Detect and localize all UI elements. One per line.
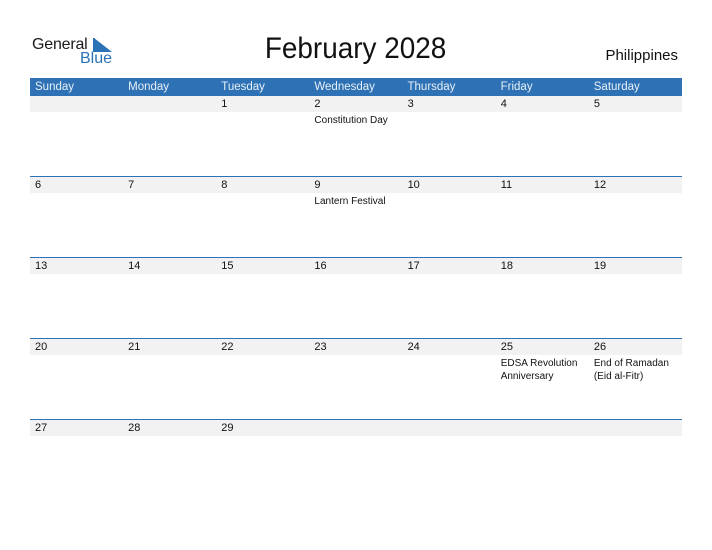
day-number: 29	[221, 422, 234, 434]
weekday-header: Sunday Monday Tuesday Wednesday Thursday…	[30, 78, 682, 96]
day-number: 5	[593, 98, 600, 110]
country-label: Philippines	[605, 47, 678, 64]
week-row: 27 28 29	[30, 419, 682, 501]
day-cell: 25 EDSA Revolution Anniversary	[496, 339, 589, 420]
day-cell: 28	[123, 420, 216, 501]
day-number: 21	[128, 341, 141, 353]
day-number: 24	[407, 341, 420, 353]
day-cell: 16	[309, 258, 402, 339]
day-number: 11	[500, 179, 513, 191]
day-cell: 9 Lantern Festival	[309, 177, 402, 258]
day-number: 16	[314, 260, 327, 272]
day-cell: 24	[403, 339, 496, 420]
holiday-label: Constitution Day	[314, 115, 388, 126]
day-number: 2	[314, 98, 321, 110]
day-number: 17	[407, 260, 420, 272]
day-cell: 27	[30, 420, 123, 501]
week-row: 1 2 Constitution Day 3 4 5	[30, 96, 682, 177]
day-number: 19	[593, 260, 607, 272]
day-number: 23	[314, 341, 327, 353]
day-cell: 10	[403, 177, 496, 258]
day-number: 7	[128, 179, 135, 191]
day-cell: 23	[309, 339, 402, 420]
day-cell: 13	[30, 258, 123, 339]
day-number: 27	[35, 422, 48, 434]
day-cell: 3	[403, 96, 496, 177]
day-cell: 21	[123, 339, 216, 420]
week-row: 13 14 15 16 17 18 19	[30, 257, 682, 339]
day-number: 26	[593, 341, 607, 353]
weekday-sunday: Sunday	[35, 81, 75, 93]
day-number: 25	[500, 341, 513, 353]
day-number: 20	[35, 341, 48, 353]
day-cell: 5	[589, 96, 682, 177]
day-number: 8	[221, 179, 228, 191]
day-cell: 19	[589, 258, 682, 339]
day-number: 3	[407, 98, 414, 110]
day-cell: 18	[496, 258, 589, 339]
day-cell: 22	[216, 339, 309, 420]
day-number: 1	[221, 98, 228, 110]
day-number: 9	[314, 179, 321, 191]
weekday-saturday: Saturday	[593, 81, 640, 93]
day-cell: 15	[216, 258, 309, 339]
weekday-thursday: Thursday	[407, 81, 456, 93]
weekday-wednesday: Wednesday	[314, 81, 375, 93]
day-cell	[589, 420, 682, 501]
weekday-friday: Friday	[500, 81, 533, 93]
day-number: 15	[221, 260, 234, 272]
weekday-tuesday: Tuesday	[221, 81, 265, 93]
day-number: 28	[128, 422, 141, 434]
day-cell: 14	[123, 258, 216, 339]
weekday-monday: Monday	[128, 81, 170, 93]
day-cell	[403, 420, 496, 501]
day-cell: 4	[496, 96, 589, 177]
week-row: 6 7 8 9 Lantern Festival 10 11 12	[30, 176, 682, 258]
day-cell	[30, 96, 123, 177]
day-number: 18	[500, 260, 513, 272]
day-cell	[309, 420, 402, 501]
day-cell: 6	[30, 177, 123, 258]
day-cell: 1	[216, 96, 309, 177]
day-cell: 12	[589, 177, 682, 258]
day-number: 10	[407, 179, 420, 191]
day-cell: 11	[496, 177, 589, 258]
day-number: 13	[35, 260, 48, 272]
week-row: 20 21 22 23 24 25 EDSA Revolution Anniversary 2…	[30, 338, 682, 420]
day-cell: 7	[123, 177, 216, 258]
day-cell	[123, 96, 216, 177]
day-cell	[496, 420, 589, 501]
day-number: 4	[500, 98, 507, 110]
day-number: 6	[35, 179, 42, 191]
day-cell: 29	[216, 420, 309, 501]
day-number: 12	[593, 179, 607, 191]
holiday-label: Lantern Festival	[314, 196, 386, 207]
day-cell: 2 Constitution Day	[309, 96, 402, 177]
day-cell: 17	[403, 258, 496, 339]
day-number: 22	[221, 341, 234, 353]
holiday-label: End of Ramadan (Eid al-Fitr)	[593, 358, 669, 382]
day-number: 14	[128, 260, 141, 272]
month-year: February 2028	[265, 32, 447, 65]
day-cell: 20	[30, 339, 123, 420]
holiday-label: EDSA Revolution Anniversary	[500, 358, 578, 382]
day-cell: 26 End of Ramadan (Eid al-Fitr)	[589, 339, 682, 420]
day-cell: 8	[216, 177, 309, 258]
